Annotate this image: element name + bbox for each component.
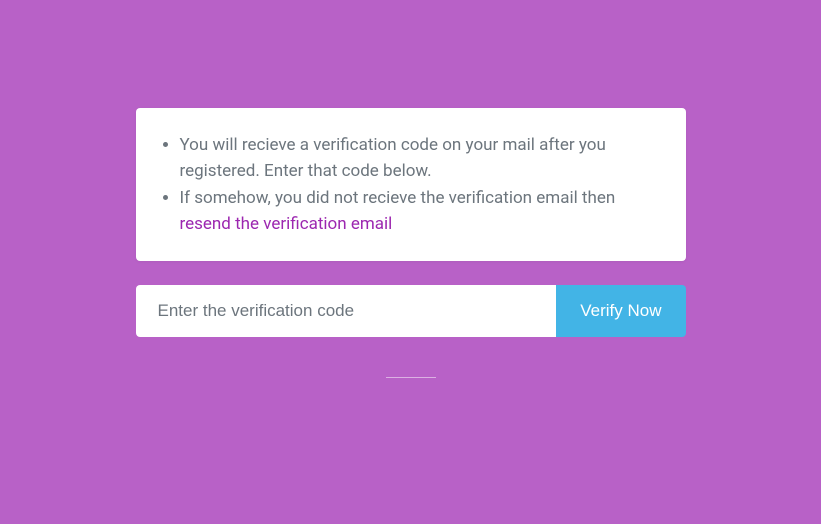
verification-input-row: Verify Now	[136, 285, 686, 337]
verify-now-button[interactable]: Verify Now	[556, 285, 685, 337]
info-item-1: You will recieve a verification code on …	[180, 132, 662, 185]
info-list: You will recieve a verification code on …	[160, 132, 662, 237]
verification-container: You will recieve a verification code on …	[136, 0, 686, 378]
info-item-2: If somehow, you did not recieve the veri…	[180, 185, 662, 238]
divider	[386, 377, 436, 378]
verification-code-input[interactable]	[136, 285, 557, 337]
info-item-2-text: If somehow, you did not recieve the veri…	[180, 188, 616, 208]
resend-verification-link[interactable]: resend the verification email	[180, 214, 393, 234]
info-card: You will recieve a verification code on …	[136, 108, 686, 261]
